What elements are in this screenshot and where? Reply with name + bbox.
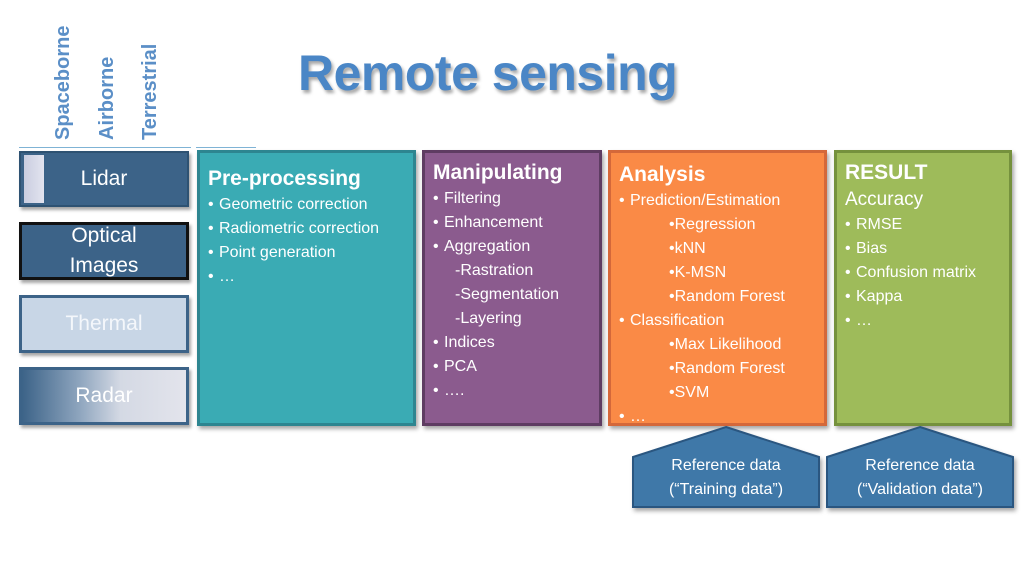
sub-item: •Regression (669, 216, 756, 233)
sub-item: •Random Forest (669, 288, 785, 305)
sub-item: •SVM (669, 384, 710, 401)
stage-list: • Geometric correction • Radiometric corre… (208, 193, 405, 289)
reference-label: Reference data (“Validation data”) (857, 457, 983, 498)
list-item: • Prediction/Estimation (619, 192, 781, 209)
reference-label: Reference data (“Training data”) (668, 457, 784, 498)
sensor-label: Optical Images (69, 224, 139, 277)
list-item: • Enhancement (433, 214, 543, 231)
stage-list: • RMSE • Bias • Confusion matrix • Kappa •… (845, 213, 1001, 333)
sub-item: -Layering (455, 310, 522, 327)
list-item: • PCA (433, 358, 477, 375)
sub-item: •K-MSN (669, 264, 727, 281)
sensor-label: Thermal (65, 312, 143, 335)
list-item: • Classification (619, 312, 725, 329)
list-item: •… (208, 268, 235, 285)
platform-label-airborne: Airborne (96, 56, 118, 140)
list-item: • Geometric correction (208, 196, 368, 213)
stage-preprocessing: Pre-processing • Geometric correction • Ra… (197, 150, 416, 426)
sensor-radar: Radar (19, 367, 189, 425)
list-item: •… (845, 312, 872, 329)
page-title: Remote sensing (298, 45, 678, 101)
stage-subheading: Accuracy (845, 189, 924, 210)
reference-validation-data: Reference data (“Validation data”) (825, 425, 1015, 509)
platform-divider (19, 147, 191, 148)
sensor-label: Radar (75, 384, 133, 407)
sub-item: -Rastration (455, 262, 534, 279)
stage-analysis: Analysis • Prediction/Estimation •Regress… (608, 150, 827, 426)
list-item: • Confusion matrix (845, 264, 977, 281)
list-item: • Bias (845, 240, 888, 257)
sensor-thermal: Thermal (19, 295, 189, 353)
stage-heading: Manipulating (433, 161, 563, 184)
sub-item: -Segmentation (455, 286, 560, 303)
sensor-lidar: Lidar (19, 151, 189, 207)
lidar-stripe (24, 155, 44, 203)
platform-label-terrestrial: Terrestrial (139, 43, 161, 140)
stage-heading: Analysis (619, 163, 706, 186)
list-item: • Kappa (845, 288, 903, 305)
sub-item: •Random Forest (669, 360, 785, 377)
sub-item: •kNN (669, 240, 706, 257)
stage-manipulating: Manipulating • Filtering • Enhancement • Ag… (422, 150, 602, 426)
list-item: • Indices (433, 334, 495, 351)
sensor-optical-images: Optical Images (19, 222, 189, 280)
list-item: • Radiometric correction (208, 220, 380, 237)
list-item: • Filtering (433, 190, 501, 207)
platform-divider-2 (196, 147, 256, 148)
reference-training-data: Reference data (“Training data”) (631, 425, 821, 509)
list-item: •…. (433, 382, 465, 399)
stage-list: • Filtering • Enhancement • Aggregation -Ra… (433, 187, 591, 403)
stage-heading: RESULT (845, 161, 928, 184)
sensor-label: Lidar (80, 167, 128, 190)
sub-item: •Max Likelihood (669, 336, 782, 353)
stage-heading: Pre-processing (208, 167, 361, 190)
platform-label-spaceborne: Spaceborne (52, 25, 74, 140)
list-item: • RMSE (845, 216, 903, 233)
list-item: • Aggregation (433, 238, 531, 255)
list-item: • Point generation (208, 244, 336, 261)
stage-list: • Prediction/Estimation •Regression •kNN … (619, 189, 816, 429)
stage-result: RESULT Accuracy • RMSE • Bias • Confusion m… (834, 150, 1012, 426)
